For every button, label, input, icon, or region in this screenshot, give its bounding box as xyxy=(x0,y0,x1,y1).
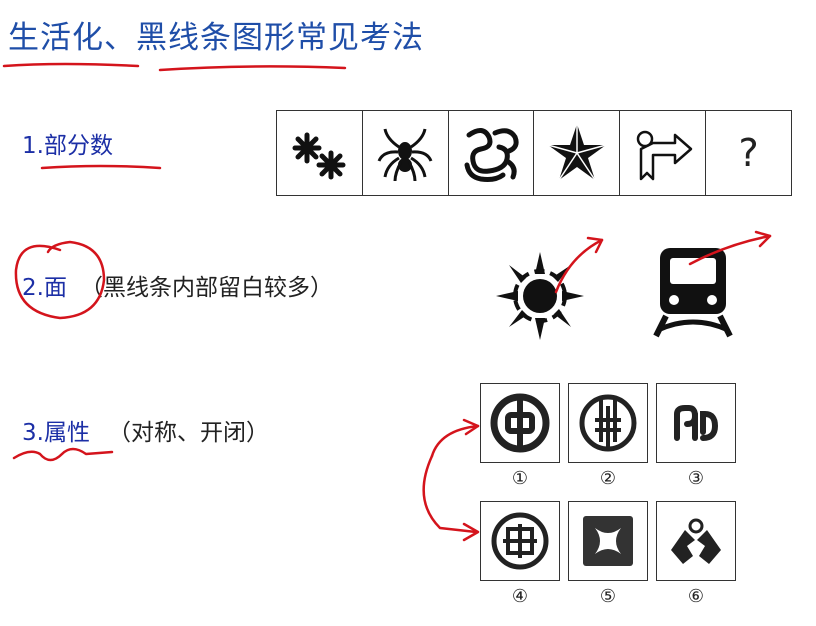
logo-box-5 xyxy=(568,501,648,581)
strip-cell xyxy=(449,111,535,195)
spider-icon xyxy=(377,128,433,182)
logo-number: ⑤ xyxy=(599,586,617,607)
bank-of-china-logo-icon xyxy=(490,393,550,453)
logo-arrow-top-head xyxy=(462,418,480,436)
snowflake-pair-icon xyxy=(292,132,346,180)
strip-cell xyxy=(620,111,707,195)
title-underline-2 xyxy=(158,65,347,72)
hands-logo-icon xyxy=(671,518,721,564)
logo-connector xyxy=(422,454,478,534)
logo-box-6 xyxy=(656,501,736,581)
logo-number: ① xyxy=(511,468,529,489)
agricultural-bank-logo-icon xyxy=(579,394,637,452)
swirl-ornament-icon xyxy=(464,128,519,182)
logo-box-1 xyxy=(480,383,560,463)
arrow-sign-icon xyxy=(636,130,692,181)
star-icon xyxy=(547,124,607,181)
logo-arrow-top xyxy=(430,424,480,458)
square-star-logo-icon xyxy=(583,516,633,566)
section-3-label: 3.属性 xyxy=(22,420,90,446)
section-2-note: （黑线条内部留白较多） xyxy=(80,275,333,301)
logo-box-2 xyxy=(568,383,648,463)
icbc-logo-icon xyxy=(491,512,549,570)
title-underline-1 xyxy=(2,62,140,68)
logo-number: ③ xyxy=(687,468,705,489)
train-icon xyxy=(653,248,733,338)
sun-arrow-head xyxy=(586,236,604,254)
strip-cell xyxy=(534,111,621,195)
train-arrow-head xyxy=(754,230,772,248)
logo-number: ② xyxy=(599,468,617,489)
logo-number: ④ xyxy=(511,586,529,607)
section-1-label: 1.部分数 xyxy=(22,133,113,159)
logo-box-4 xyxy=(480,501,560,581)
section-3-underline xyxy=(12,447,114,462)
sun-icon xyxy=(496,252,584,340)
section-3-note: （对称、开闭） xyxy=(108,420,269,446)
section-2-label: 2.面 xyxy=(22,275,67,301)
logo-number: ⑥ xyxy=(687,586,705,607)
logo-arrow-bottom-head xyxy=(462,522,480,542)
question-mark: ? xyxy=(738,131,759,175)
section-1-underline xyxy=(40,164,162,170)
logo-box-3 xyxy=(656,383,736,463)
figure-strip: ? xyxy=(276,110,792,196)
strip-cell xyxy=(363,111,449,195)
page-title: 生活化、黑线条图形常见考法 xyxy=(8,20,424,56)
strip-cell: ? xyxy=(706,111,791,195)
spd-bank-logo-icon xyxy=(674,405,719,441)
strip-cell xyxy=(277,111,363,195)
